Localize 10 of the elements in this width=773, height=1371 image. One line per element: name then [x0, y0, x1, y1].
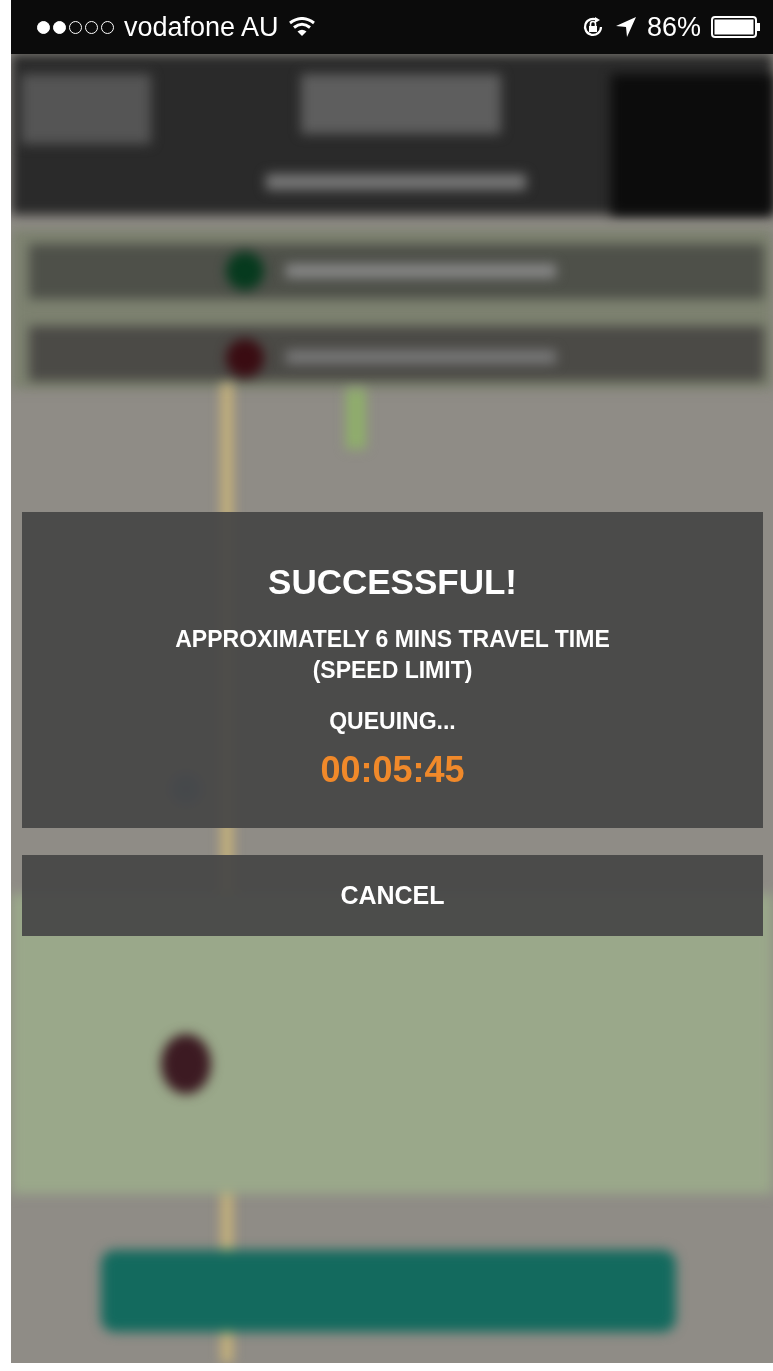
- battery-icon: [711, 15, 761, 39]
- countdown-timer: 00:05:45: [320, 749, 465, 791]
- queue-status: QUEUING...: [329, 708, 456, 735]
- location-arrow-icon: [614, 16, 637, 38]
- cancel-button[interactable]: CANCEL: [22, 855, 763, 936]
- battery-percentage: 86%: [646, 11, 701, 43]
- wifi-icon: [288, 17, 315, 37]
- carrier-name: vodafone AU: [124, 11, 279, 43]
- dialog-title: SUCCESSFUL!: [268, 562, 517, 602]
- travel-time-message: APPROXIMATELY 6 MINS TRAVEL TIME (SPEED LIMIT): [175, 625, 610, 685]
